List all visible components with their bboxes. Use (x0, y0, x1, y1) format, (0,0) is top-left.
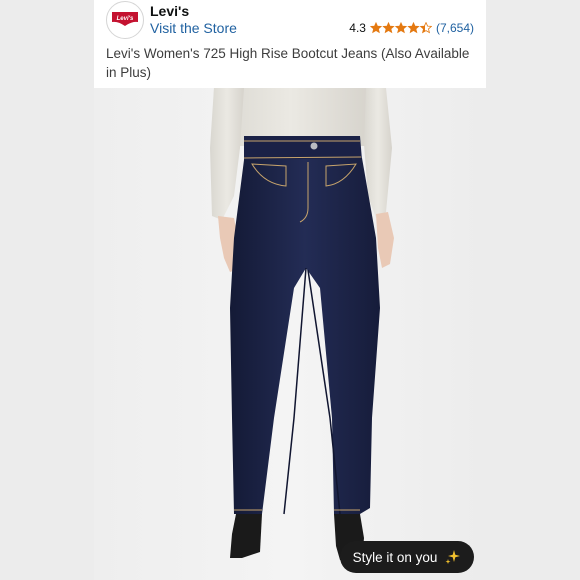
left-boot (230, 514, 262, 558)
review-count-link[interactable]: (7,654) (436, 21, 474, 35)
star-3 (395, 22, 407, 34)
product-card: Levi's Levi's Visit the Store 4.3 (7,654… (94, 0, 486, 580)
star-rating (370, 22, 432, 34)
style-it-on-you-button[interactable]: Style it on you (340, 541, 474, 573)
star-5-partial (420, 22, 432, 34)
product-photo[interactable] (94, 88, 486, 580)
visit-store-link[interactable]: Visit the Store (150, 20, 237, 36)
store-name: Levi's (150, 3, 190, 19)
star-1 (370, 22, 382, 34)
rating-value: 4.3 (349, 21, 366, 35)
rating-summary[interactable]: 4.3 (7,654) (349, 21, 474, 35)
product-title[interactable]: Levi's Women's 725 High Rise Bootcut Jea… (106, 44, 476, 82)
star-2 (382, 22, 395, 34)
product-header: Levi's Levi's Visit the Store 4.3 (7,654… (94, 0, 486, 88)
jeans-model-image (94, 88, 486, 580)
style-button-label: Style it on you (352, 549, 438, 565)
star-4 (407, 22, 420, 34)
store-logo[interactable]: Levi's (106, 1, 144, 39)
stars-icon (370, 22, 432, 34)
logo-text: Levi's (117, 16, 134, 22)
levis-batwing-logo: Levi's (112, 12, 138, 26)
sparkle-icon (445, 550, 461, 564)
